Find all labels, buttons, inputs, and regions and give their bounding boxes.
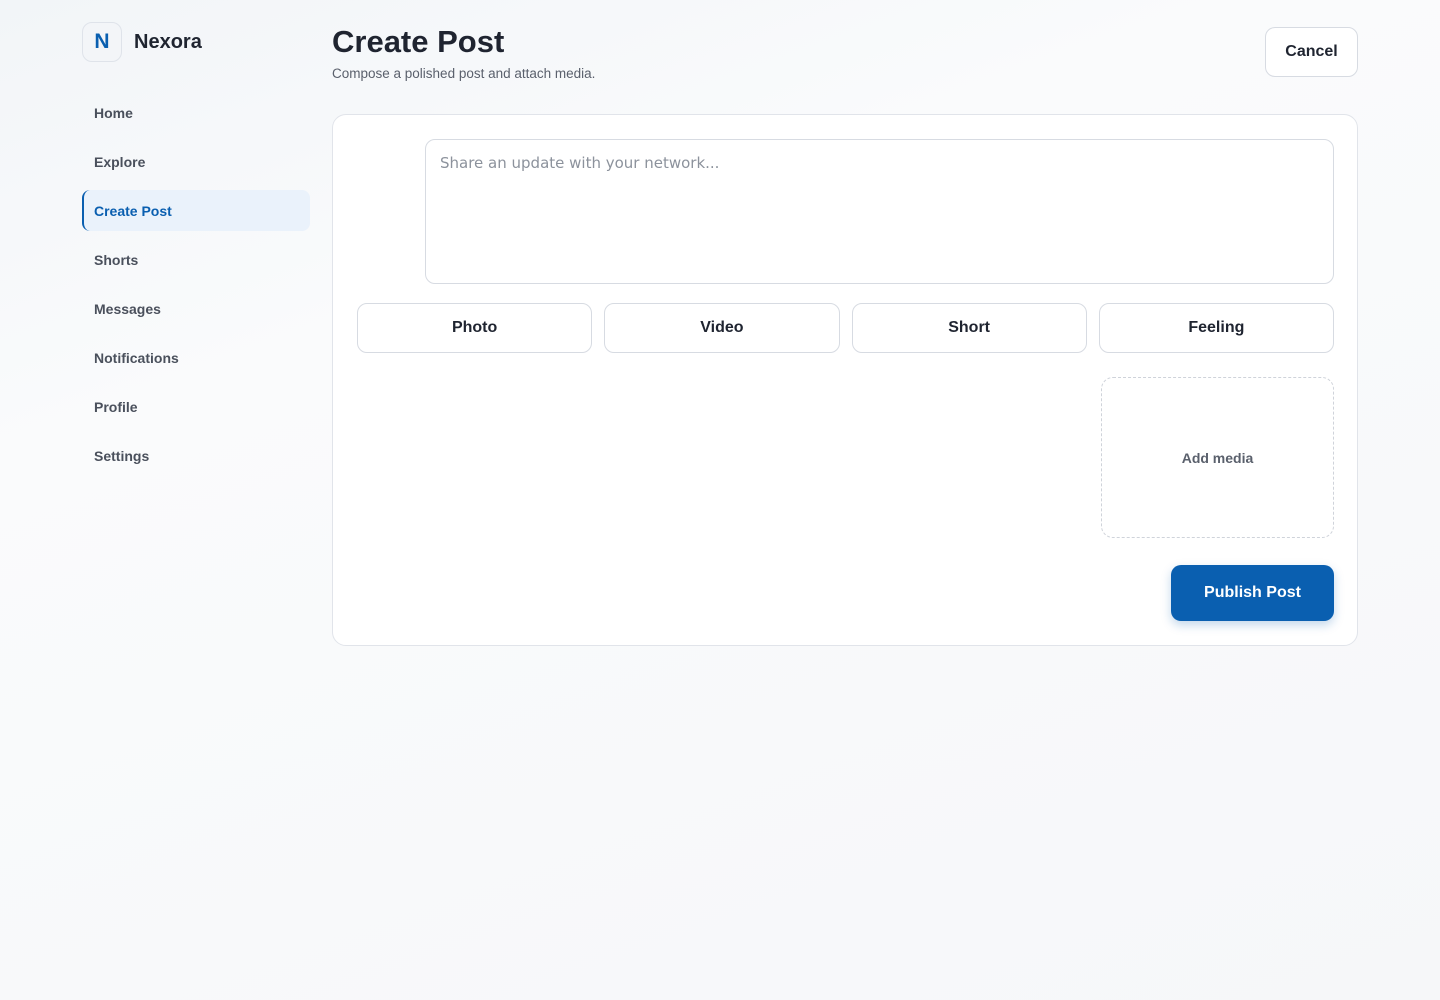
video-button[interactable]: Video	[604, 303, 840, 353]
sidebar-nav: Home Explore Create Post Shorts Messages…	[82, 92, 310, 476]
sidebar-item-create-post[interactable]: Create Post	[82, 190, 310, 231]
sidebar-item-shorts[interactable]: Shorts	[82, 239, 310, 280]
sidebar-item-profile[interactable]: Profile	[82, 386, 310, 427]
composer-card: Photo Video Short Feeling Add media Publ…	[332, 114, 1358, 646]
add-media-label: Add media	[1181, 449, 1254, 466]
sidebar-item-explore[interactable]: Explore	[82, 141, 310, 182]
add-media-dropzone[interactable]: Add media	[1101, 377, 1334, 538]
publish-post-button[interactable]: Publish Post	[1171, 565, 1334, 621]
photo-button[interactable]: Photo	[357, 303, 593, 353]
sidebar-item-messages[interactable]: Messages	[82, 288, 310, 329]
post-text-input[interactable]	[425, 139, 1334, 284]
page-subtitle: Compose a polished post and attach media…	[332, 66, 596, 81]
cancel-button[interactable]: Cancel	[1265, 27, 1358, 77]
short-button[interactable]: Short	[851, 303, 1087, 353]
sidebar-item-notifications[interactable]: Notifications	[82, 337, 310, 378]
brand-logo: N	[82, 22, 122, 62]
sidebar-item-home[interactable]: Home	[82, 92, 310, 133]
brand-name: Nexora	[134, 30, 202, 53]
sidebar-item-settings[interactable]: Settings	[82, 435, 310, 476]
app-root: N Nexora Home Explore Create Post Shorts…	[0, 0, 1440, 1000]
page-header: Create Post Compose a polished post and …	[332, 24, 595, 81]
sidebar: N Nexora Home Explore Create Post Shorts…	[82, 22, 310, 484]
brand[interactable]: N Nexora	[82, 22, 310, 62]
page-title: Create Post	[332, 24, 505, 59]
post-type-row: Photo Video Short Feeling	[357, 303, 1334, 353]
feeling-button[interactable]: Feeling	[1098, 303, 1334, 353]
